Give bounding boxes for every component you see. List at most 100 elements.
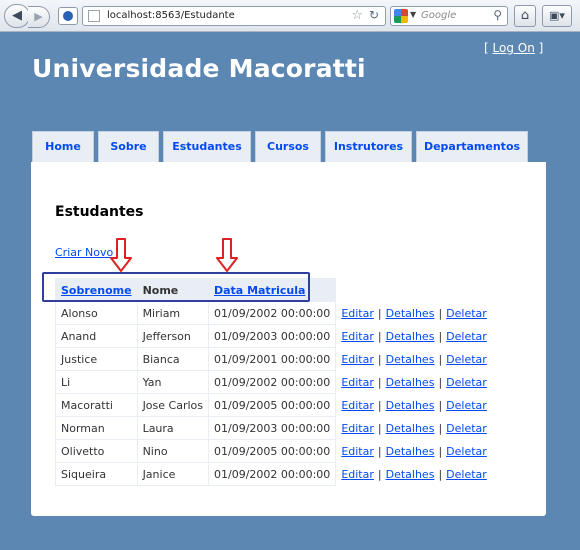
cell-data-matricula: 01/09/2001 00:00:00 — [207, 347, 337, 371]
arrow-down-icon — [216, 238, 238, 272]
edit-link[interactable]: Editar — [341, 422, 374, 435]
bookmark-star-icon[interactable]: ☆ — [351, 8, 363, 23]
edit-link[interactable]: Editar — [341, 445, 374, 458]
delete-link[interactable]: Deletar — [446, 376, 487, 389]
cell-nome: Nino — [136, 439, 210, 463]
cell-nome: Miriam — [136, 301, 210, 325]
separator: | — [377, 375, 382, 389]
search-bar[interactable]: ▼ Google ⚲ — [390, 6, 508, 26]
separator: | — [377, 444, 382, 458]
table-row: Justice Bianca 01/09/2001 00:00:00 Editar | D… — [55, 347, 493, 371]
details-link[interactable]: Detalhes — [386, 307, 435, 320]
edit-link[interactable]: Editar — [341, 307, 374, 320]
delete-link[interactable]: Deletar — [446, 422, 487, 435]
tab-cursos[interactable]: Cursos — [255, 131, 321, 163]
separator: | — [377, 329, 382, 343]
forward-button[interactable]: ▶ — [28, 6, 50, 28]
edit-link[interactable]: Editar — [341, 468, 374, 481]
cell-sobrenome: Anand — [55, 324, 138, 348]
address-text: localhost:8563/Estudante — [107, 10, 235, 21]
menu-icon: ▣▾ — [549, 9, 565, 22]
delete-link[interactable]: Deletar — [446, 468, 487, 481]
reload-icon[interactable]: ↻ — [369, 8, 379, 22]
tab-home[interactable]: Home — [32, 131, 94, 163]
cell-nome: Bianca — [136, 347, 210, 371]
cell-sobrenome: Alonso — [55, 301, 138, 325]
separator: | — [438, 467, 443, 481]
menu-button[interactable]: ▣▾ — [542, 5, 572, 27]
table-row: Olivetto Nino 01/09/2005 00:00:00 Editar | De… — [55, 439, 493, 463]
address-bar[interactable]: localhost:8563/Estudante ☆ ↻ — [82, 6, 386, 26]
details-link[interactable]: Detalhes — [386, 399, 435, 412]
details-link[interactable]: Detalhes — [386, 468, 435, 481]
site-identity-icon[interactable] — [58, 7, 78, 25]
delete-link[interactable]: Deletar — [446, 330, 487, 343]
edit-link[interactable]: Editar — [341, 376, 374, 389]
table-row: Siqueira Janice 01/09/2002 00:00:00 Editar |… — [55, 462, 493, 486]
log-on-link[interactable]: Log On — [493, 41, 535, 55]
sortable-columns-highlight — [42, 272, 310, 302]
table-row: Norman Laura 01/09/2003 00:00:00 Editar | Det… — [55, 416, 493, 440]
tab-sobre[interactable]: Sobre — [98, 131, 159, 163]
row-actions: Editar | Detalhes | Deletar — [336, 348, 492, 371]
delete-link[interactable]: Deletar — [446, 353, 487, 366]
tab-departamentos[interactable]: Departamentos — [416, 131, 528, 163]
delete-link[interactable]: Deletar — [446, 307, 487, 320]
separator: | — [377, 467, 382, 481]
row-actions: Editar | Detalhes | Deletar — [336, 463, 492, 486]
table-row: Anand Jefferson 01/09/2003 00:00:00 Editar |… — [55, 324, 493, 348]
login-area: [ Log On ] — [484, 41, 543, 55]
table-row: Macoratti Jose Carlos 01/09/2005 00:00:00 E… — [55, 393, 493, 417]
details-link[interactable]: Detalhes — [386, 422, 435, 435]
cell-sobrenome: Li — [55, 370, 138, 394]
cell-sobrenome: Olivetto — [55, 439, 138, 463]
search-icon[interactable]: ⚲ — [493, 8, 502, 22]
details-link[interactable]: Detalhes — [386, 376, 435, 389]
separator: | — [438, 421, 443, 435]
separator: | — [377, 421, 382, 435]
tab-estudantes[interactable]: Estudantes — [163, 131, 251, 163]
details-link[interactable]: Detalhes — [386, 445, 435, 458]
browser-toolbar: ◀ ▶ localhost:8563/Estudante ☆ ↻ ▼ Googl… — [0, 0, 580, 32]
page-heading: Estudantes — [55, 204, 144, 220]
cell-nome: Yan — [136, 370, 210, 394]
separator: | — [377, 398, 382, 412]
cell-data-matricula: 01/09/2002 00:00:00 — [207, 462, 337, 486]
cell-data-matricula: 01/09/2003 00:00:00 — [207, 324, 337, 348]
login-bracket-open: [ — [484, 41, 489, 55]
details-link[interactable]: Detalhes — [386, 330, 435, 343]
row-actions: Editar | Detalhes | Deletar — [336, 302, 492, 325]
cell-nome: Jefferson — [136, 324, 210, 348]
separator: | — [438, 444, 443, 458]
edit-link[interactable]: Editar — [341, 353, 374, 366]
row-actions: Editar | Detalhes | Deletar — [336, 394, 492, 417]
arrow-down-icon — [110, 238, 132, 272]
edit-link[interactable]: Editar — [341, 330, 374, 343]
row-actions: Editar | Detalhes | Deletar — [336, 440, 492, 463]
google-logo-icon[interactable] — [394, 9, 408, 23]
delete-link[interactable]: Deletar — [446, 399, 487, 412]
back-button[interactable]: ◀ — [4, 4, 30, 28]
site-title: Universidade Macoratti — [32, 54, 366, 83]
cell-data-matricula: 01/09/2005 00:00:00 — [207, 439, 337, 463]
separator: | — [377, 306, 382, 320]
cell-data-matricula: 01/09/2003 00:00:00 — [207, 416, 337, 440]
create-new-link[interactable]: Criar Novo — [55, 246, 113, 259]
edit-link[interactable]: Editar — [341, 399, 374, 412]
home-button[interactable]: ⌂ — [514, 5, 536, 27]
cell-sobrenome: Justice — [55, 347, 138, 371]
dropdown-arrow-icon[interactable]: ▼ — [410, 10, 416, 19]
row-actions: Editar | Detalhes | Deletar — [336, 325, 492, 348]
details-link[interactable]: Detalhes — [386, 353, 435, 366]
cell-data-matricula: 01/09/2002 00:00:00 — [207, 301, 337, 325]
arrow-left-icon: ◀ — [12, 8, 22, 23]
login-bracket-close: ] — [538, 41, 544, 55]
delete-link[interactable]: Deletar — [446, 445, 487, 458]
search-placeholder: Google — [421, 10, 457, 21]
cell-nome: Laura — [136, 416, 210, 440]
arrow-right-icon: ▶ — [34, 10, 43, 23]
tab-instrutores[interactable]: Instrutores — [325, 131, 412, 163]
separator: | — [377, 352, 382, 366]
separator: | — [438, 329, 443, 343]
row-actions: Editar | Detalhes | Deletar — [336, 371, 492, 394]
